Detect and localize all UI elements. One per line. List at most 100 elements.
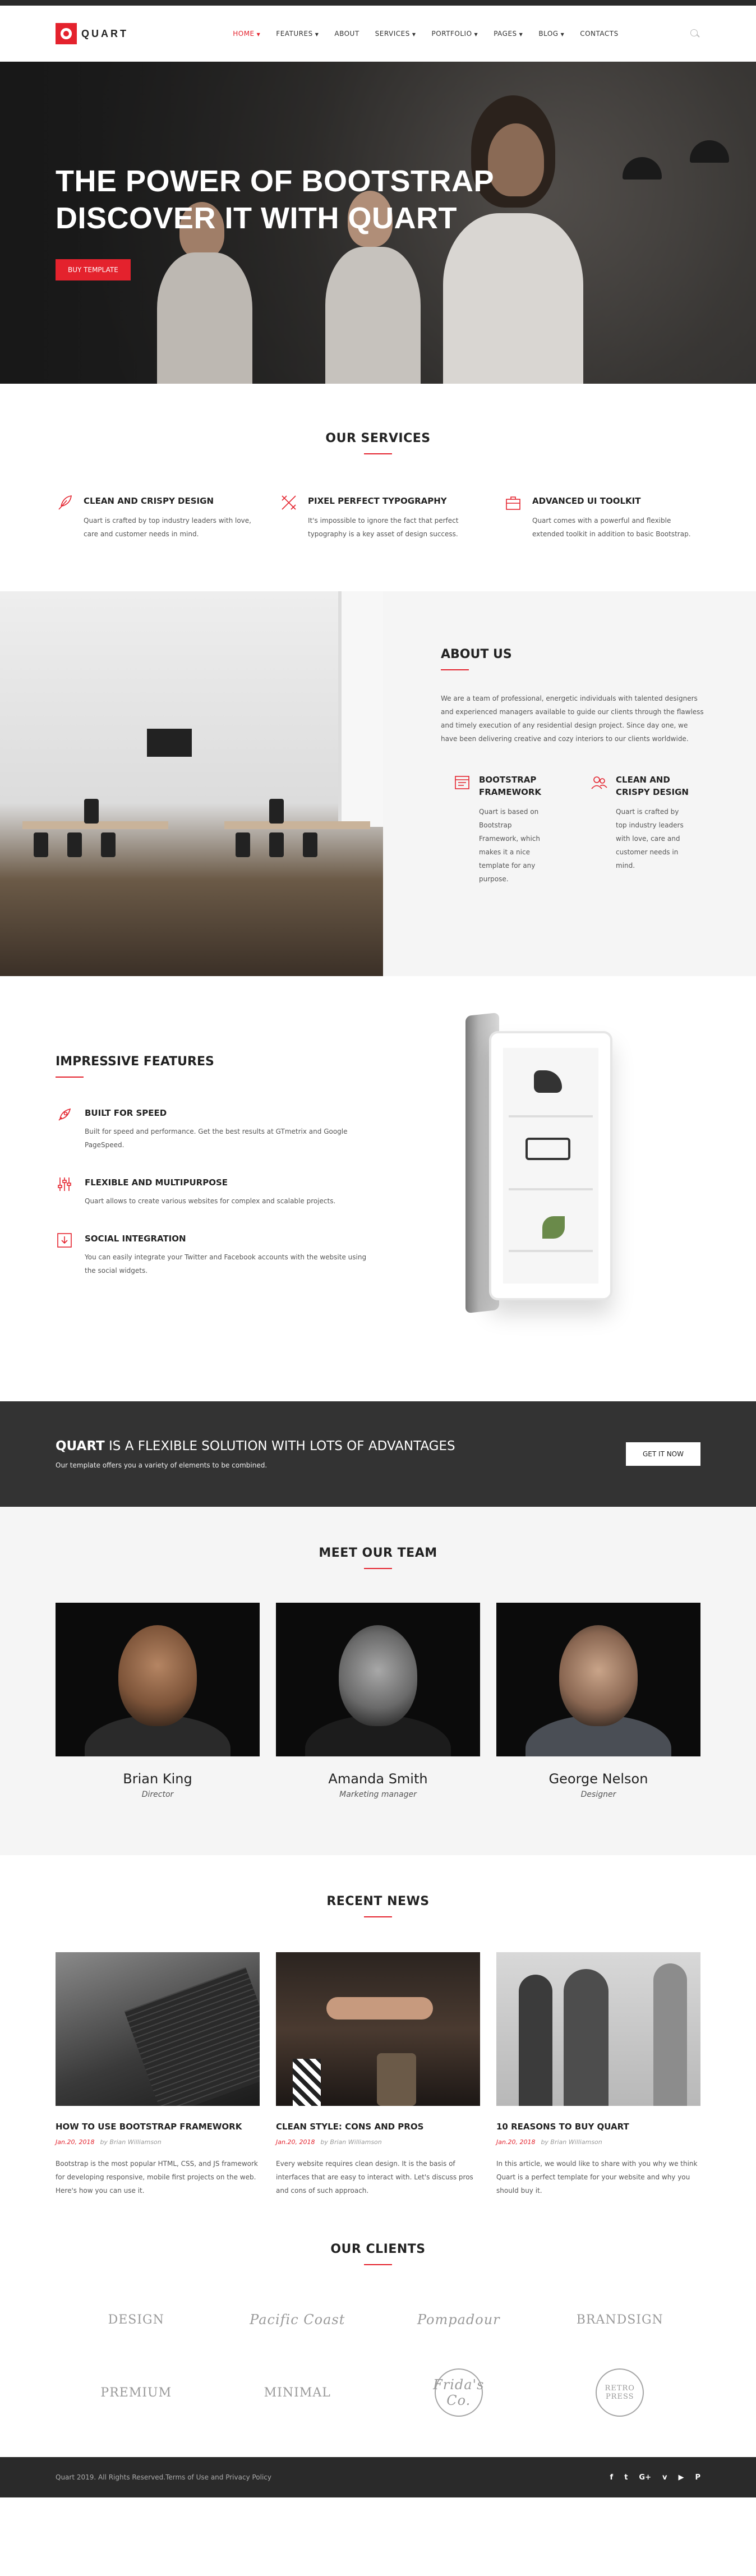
cta-subtitle: Our template offers you a variety of ele…	[56, 1461, 268, 1469]
news-post[interactable]: HOW TO USE BOOTSTRAP FRAMEWORK Jan.20, 2…	[56, 1952, 260, 2197]
feature-title: SOCIAL INTEGRATION	[85, 1234, 186, 1244]
client-logo[interactable]: DESIGN	[56, 2300, 217, 2339]
sliders-icon	[58, 1177, 71, 1191]
post-excerpt: In this article, we would like to share …	[496, 2160, 698, 2195]
avatar	[56, 1603, 260, 1756]
service-item: CLEAN AND CRISPY DESIGN Quart is crafted…	[56, 494, 252, 541]
terms-link[interactable]: Terms of Use and Privacy Policy	[165, 2473, 271, 2481]
post-author: by Brian Williamson	[320, 2138, 382, 2146]
client-logo[interactable]: Pacific Coast	[217, 2300, 379, 2339]
section-title: OUR CLIENTS	[330, 2242, 426, 2256]
site-footer: Quart 2019. All Rights Reserved.Terms of…	[0, 2457, 756, 2497]
features-section: IMPRESSIVE FEATURES BUILT FOR SPEED Buil…	[0, 976, 756, 1401]
chevron-down-icon: ▼	[560, 32, 565, 37]
copyright: Quart 2019. All Rights Reserved.Terms of…	[56, 2473, 271, 2481]
post-date: Jan.20, 2018	[56, 2138, 95, 2146]
post-title[interactable]: CLEAN STYLE: CONS AND PROS	[276, 2122, 480, 2132]
services-section: OUR SERVICES CLEAN AND CRISPY DESIGN Qua…	[0, 384, 756, 591]
about-feature: BOOTSTRAP FRAMEWORK Quart is based on Bo…	[453, 774, 565, 886]
hero-heading: THE POWER OF BOOTSTRAP DISCOVER IT WITH Q…	[56, 164, 495, 235]
service-title: PIXEL PERFECT TYPOGRAPHY	[308, 496, 447, 506]
post-date: Jan.20, 2018	[496, 2138, 536, 2146]
feature-text: Quart is crafted by top industry leaders…	[616, 808, 684, 870]
post-date: Jan.20, 2018	[276, 2138, 315, 2146]
team-member[interactable]: Amanda Smith Marketing manager	[276, 1603, 480, 1799]
youtube-icon[interactable]: ▶	[678, 2473, 684, 2482]
search-icon[interactable]	[689, 28, 700, 39]
post-title[interactable]: HOW TO USE BOOTSTRAP FRAMEWORK	[56, 2122, 260, 2132]
section-title: OUR SERVICES	[325, 431, 431, 445]
news-post[interactable]: 10 REASONS TO BUY QUART Jan.20, 2018 by B…	[496, 1952, 700, 2197]
nav-contacts[interactable]: CONTACTS	[580, 30, 619, 38]
nav-home[interactable]: HOME ▼	[233, 30, 260, 38]
member-name: Brian King	[123, 1771, 192, 1787]
client-logo[interactable]: RETRO PRESS	[540, 2368, 701, 2417]
nav-blog[interactable]: BLOG ▼	[538, 30, 564, 38]
title-divider	[56, 1077, 84, 1078]
nav-about[interactable]: ABOUT	[334, 30, 359, 38]
users-icon	[591, 776, 607, 789]
buy-template-button[interactable]: BUY TEMPLATE	[56, 259, 131, 280]
feature-title: BUILT FOR SPEED	[85, 1108, 167, 1118]
site-logo[interactable]: QUART	[56, 23, 128, 44]
feather-icon	[58, 495, 72, 510]
member-name: George Nelson	[548, 1771, 648, 1787]
title-divider	[441, 669, 469, 670]
nav-services[interactable]: SERVICES ▼	[375, 30, 416, 38]
post-excerpt: Bootstrap is the most popular HTML, CSS,…	[56, 2160, 258, 2195]
chevron-down-icon: ▼	[315, 32, 319, 37]
cta-heading: QUART IS A FLEXIBLE SOLUTION WITH LOTS O…	[56, 1439, 455, 1453]
facebook-icon[interactable]: f	[610, 2473, 614, 2482]
client-logo[interactable]: Pompadour	[378, 2300, 540, 2339]
team-member[interactable]: George Nelson Designer	[496, 1603, 700, 1799]
feature-title: FLEXIBLE AND MULTIPURPOSE	[85, 1177, 228, 1188]
logo-text: QUART	[81, 27, 128, 39]
team-section: MEET OUR TEAM Brian King Director Amanda…	[0, 1507, 756, 1855]
client-logo[interactable]: MINIMAL	[217, 2373, 379, 2412]
client-logo[interactable]: BRANDSIGN	[540, 2300, 701, 2339]
cta-banner: QUART IS A FLEXIBLE SOLUTION WITH LOTS O…	[0, 1401, 756, 1507]
clients-section: OUR CLIENTS DESIGN Pacific Coast Pompado…	[0, 2237, 756, 2457]
site-header: QUART HOME ▼ FEATURES ▼ ABOUT SERVICES ▼ PO…	[0, 6, 756, 62]
service-item: PIXEL PERFECT TYPOGRAPHY It's impossible…	[280, 494, 476, 541]
title-divider	[364, 1568, 392, 1569]
service-text: Quart is crafted by top industry leaders…	[84, 517, 251, 538]
post-image	[56, 1952, 260, 2106]
member-role: Director	[141, 1790, 174, 1799]
chevron-down-icon: ▼	[519, 32, 523, 37]
post-title[interactable]: 10 REASONS TO BUY QUART	[496, 2122, 700, 2132]
hero-banner: THE POWER OF BOOTSTRAP DISCOVER IT WITH Q…	[0, 62, 756, 384]
avatar	[276, 1603, 480, 1756]
pinterest-icon[interactable]: P	[695, 2473, 700, 2482]
post-excerpt: Every website requires clean design. It …	[276, 2160, 473, 2195]
title-divider	[364, 1916, 392, 1917]
client-logo[interactable]: Frida's Co.	[378, 2368, 540, 2417]
service-text: It's impossible to ignore the fact that …	[308, 517, 459, 538]
social-links: f t G+ v ▶ P	[610, 2473, 700, 2482]
post-author: by Brian Williamson	[100, 2138, 162, 2146]
get-it-now-button[interactable]: GET IT NOW	[626, 1442, 700, 1466]
member-name: Amanda Smith	[328, 1771, 428, 1787]
service-title: ADVANCED UI TOOLKIT	[532, 496, 641, 506]
logo-icon	[56, 23, 77, 44]
section-title: MEET OUR TEAM	[319, 1546, 437, 1560]
chevron-down-icon: ▼	[474, 32, 478, 37]
twitter-icon[interactable]: t	[624, 2473, 628, 2482]
post-image	[496, 1952, 700, 2106]
top-strip	[0, 0, 756, 6]
feature-title: CLEAN AND CRISPY DESIGN	[616, 775, 689, 797]
download-box-icon	[57, 1233, 72, 1248]
feature-title: BOOTSTRAP FRAMEWORK	[479, 775, 542, 797]
news-post[interactable]: CLEAN STYLE: CONS AND PROS Jan.20, 2018 b…	[276, 1952, 480, 2197]
main-nav: HOME ▼ FEATURES ▼ ABOUT SERVICES ▼ PORTFOLI…	[233, 30, 619, 38]
team-member[interactable]: Brian King Director	[56, 1603, 260, 1799]
google-plus-icon[interactable]: G+	[639, 2473, 651, 2482]
nav-features[interactable]: FEATURES ▼	[276, 30, 319, 38]
nav-portfolio[interactable]: PORTFOLIO ▼	[432, 30, 478, 38]
about-feature: CLEAN AND CRISPY DESIGN Quart is crafted…	[590, 774, 702, 886]
client-logo[interactable]: PREMIUM	[56, 2373, 217, 2412]
section-title: ABOUT US	[441, 647, 512, 661]
nav-pages[interactable]: PAGES ▼	[494, 30, 523, 38]
vimeo-icon[interactable]: v	[662, 2473, 667, 2482]
tablet-image	[439, 1009, 640, 1340]
